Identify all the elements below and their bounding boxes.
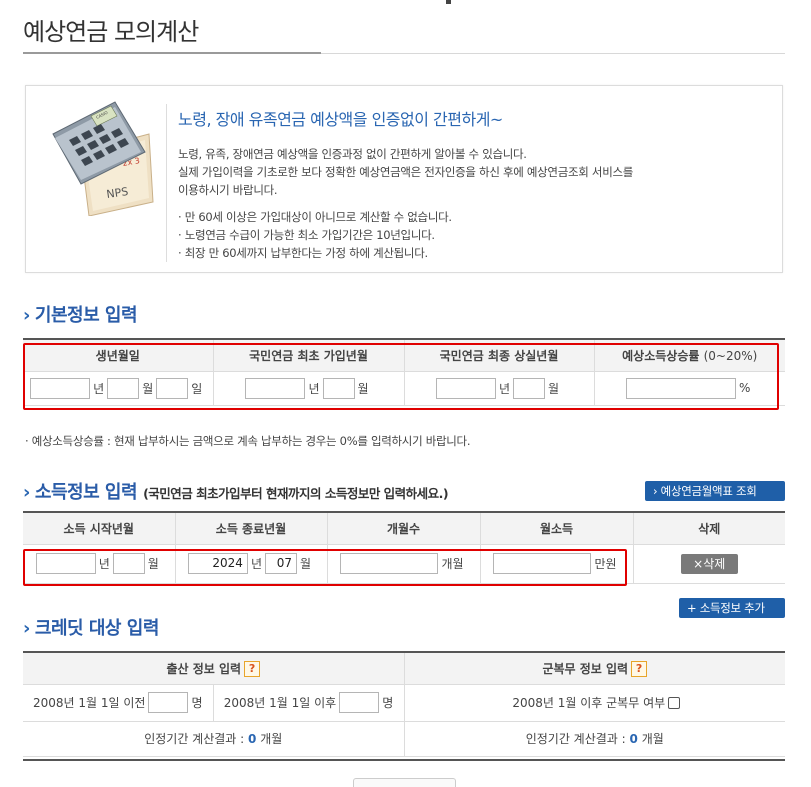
intro-bullet-1: · 만 60세 이상은 가입대상이 아니므로 계산할 수 없습니다. [178,210,452,224]
intro-divider [166,104,167,262]
military-label: 2008년 1월 이후 군복무 여부 [512,696,666,710]
credit-section-title: › 크레딧 대상 입력 [23,618,159,639]
intro-bullet-2: · 노령연금 수급이 가능한 최소 가입기간은 10년입니다. [178,228,435,242]
pension-table-button[interactable]: › 예상연금월액표 조회 [645,481,785,501]
page-title: 예상연금 모의계산 [23,18,199,46]
birth-after-input[interactable] [339,692,380,713]
birth-result-label: 인정기간 계산결과 : [144,732,245,746]
after-label: 2008년 1월 1일 이후 [223,696,337,710]
military-result-cell: 인정기간 계산결과 : 0 개월 [403,721,786,757]
header-monthly-income: 월소득 [479,511,633,545]
birth-before-cell: 2008년 1월 1일 이전 명 [23,684,213,722]
header-delete: 삭제 [632,511,785,545]
birth-help-icon[interactable]: ? [244,661,261,677]
basic-section-title: › 기본정보 입력 [23,305,138,326]
birth-credit-header: 출산 정보 입력? [23,651,405,685]
military-help-icon[interactable]: ? [631,661,648,677]
intro-box: NPS 2x 3 CASIO 노령, 장애 유족연금 예상액을 인증없이 간편하… [25,85,783,273]
intro-heading: 노령, 장애 유족연금 예상액을 인증없이 간편하게~ [178,110,503,129]
intro-bullet-3: · 최장 만 60세까지 납부한다는 가정 하에 계산됩니다. [178,246,428,260]
calculate-button[interactable] [353,778,456,787]
credit-table: 출산 정보 입력? 군복무 정보 입력? 2008년 1월 1일 이전 명 200… [23,651,786,757]
military-result-value: 0 [629,732,638,746]
header-income-end: 소득 종료년월 [174,511,327,545]
calculator-icon: NPS 2x 3 CASIO [52,101,154,216]
intro-line-3: 이용하시기 바랍니다. [178,183,278,197]
before-label: 2008년 1월 1일 이전 [33,696,146,710]
credit-table-bottom-rule [23,759,785,761]
top-marker [446,0,451,4]
military-cell: 2008년 1월 이후 군복무 여부 [403,684,786,722]
intro-line-2: 실제 가입이력을 기초로한 보다 정확한 예상연금액은 전자인증을 하신 후에 … [178,165,634,179]
military-result-label: 인정기간 계산결과 : [525,732,626,746]
military-credit-header: 군복무 정보 입력? [403,651,786,685]
header-income-start: 소득 시작년월 [23,511,175,545]
basic-highlight-box [23,343,779,410]
income-highlight-box [23,549,627,586]
intro-line-1: 노령, 유족, 장애연금 예상액을 인증과정 없이 간편하게 알아볼 수 있습니… [178,147,527,161]
rate-note: · 예상소득상승률 : 현재 납부하시는 금액으로 계속 납부하는 경우는 0%… [25,434,471,448]
income-section-sub: (국민연금 최초가입부터 현재까지의 소득정보만 입력하세요.) [143,486,449,501]
header-months: 개월수 [326,511,480,545]
title-divider-accent [23,52,321,54]
birth-result-value: 0 [248,732,257,746]
delete-cell: ×삭제 [632,544,785,584]
military-checkbox[interactable] [668,696,681,709]
chevron-right-icon: › [23,618,30,639]
delete-button[interactable]: ×삭제 [680,553,738,574]
chevron-right-icon: › [23,482,30,503]
birth-result-cell: 인정기간 계산결과 : 0 개월 [23,721,405,757]
chevron-right-icon: › [23,305,30,326]
add-income-button[interactable]: + 소득정보 추가 [679,598,785,618]
birth-before-input[interactable] [148,692,189,713]
income-section-title: › 소득정보 입력 (국민연금 최초가입부터 현재까지의 소득정보만 입력하세요.) [23,482,449,503]
birth-after-cell: 2008년 1월 1일 이후 명 [212,684,405,722]
